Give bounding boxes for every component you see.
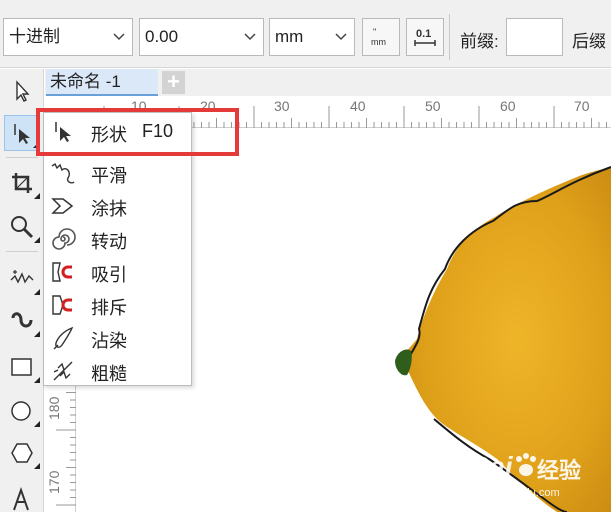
polygon-tool-button[interactable]: [4, 435, 40, 471]
dimension-units-button[interactable]: " mm: [362, 18, 400, 56]
watermark-brand: Bai: [469, 451, 513, 482]
text-tool-button[interactable]: [4, 481, 40, 512]
unit-value: mm: [275, 27, 304, 46]
twirl-icon: [52, 228, 76, 250]
plus-icon: +: [167, 69, 180, 94]
toolbox-divider: [6, 251, 38, 252]
ruler-label: 50: [425, 98, 441, 114]
ellipse-icon: [11, 401, 31, 421]
flyout-indicator: [34, 193, 40, 199]
menu-item-label: 涂抹: [91, 199, 127, 219]
highlight-box: [36, 108, 239, 156]
menu-item-label: 吸引: [91, 265, 127, 285]
watermark-url: jingyan.baidu.com: [471, 487, 560, 499]
ellipse-tool-button[interactable]: [4, 393, 40, 429]
chevron-down-icon: [335, 33, 347, 41]
chevron-down-icon: [113, 33, 125, 41]
add-document-button[interactable]: +: [162, 71, 185, 94]
value-dropdown[interactable]: 0.00: [139, 18, 264, 56]
watermark-name: 经验: [537, 458, 582, 483]
flyout-indicator: [34, 331, 40, 337]
rectangle-tool-button[interactable]: [4, 349, 40, 385]
toolbox-divider: [6, 157, 38, 158]
crop-tool-button[interactable]: [4, 165, 40, 201]
menu-item-label: 粗糙: [91, 364, 127, 384]
menu-item-roughen[interactable]: 粗糙: [44, 354, 191, 387]
paw-icon: [516, 453, 536, 476]
ruler-label: 70: [574, 98, 590, 114]
dimension-precision-button[interactable]: 0.1: [406, 18, 444, 56]
svg-text:": ": [373, 27, 376, 37]
flyout-indicator: [34, 237, 40, 243]
ruler-label: 40: [350, 98, 366, 114]
attract-icon: [52, 262, 72, 282]
pick-arrow-icon: [16, 80, 30, 102]
svg-text:0.1: 0.1: [416, 28, 431, 40]
ruler-label: 170: [46, 470, 62, 494]
freehand-tool-button[interactable]: [4, 261, 40, 297]
freehand-icon: [10, 270, 34, 284]
menu-item-smooth[interactable]: 平滑: [44, 156, 191, 189]
flyout-indicator: [34, 289, 40, 295]
text-icon: [13, 486, 29, 511]
flyout-indicator: [34, 377, 40, 383]
svg-text:mm: mm: [371, 37, 386, 47]
roughen-icon: [53, 361, 73, 381]
menu-item-repel[interactable]: 排斥: [44, 288, 191, 321]
polygon-icon: [11, 443, 33, 463]
ruler-label: 180: [46, 396, 62, 420]
artistic-media-tool-button[interactable]: [4, 303, 40, 339]
repel-icon: [52, 295, 72, 315]
pick-tool-button[interactable]: [4, 73, 40, 109]
dimension-units-icon: " mm: [371, 27, 386, 47]
value-field-value: 0.00: [145, 27, 179, 46]
crop-icon: [12, 173, 32, 193]
menu-item-smear[interactable]: 涂抹: [44, 189, 191, 222]
document-tab-strip: 未命名 -1 +: [45, 69, 611, 96]
prefix-label: 前缀:: [460, 32, 499, 51]
smooth-icon: [51, 162, 75, 184]
menu-item-twirl[interactable]: 转动: [44, 222, 191, 255]
smear-icon: [51, 198, 74, 214]
flyout-indicator: [34, 463, 40, 469]
zoom-tool-button[interactable]: [4, 209, 40, 245]
menu-item-attract[interactable]: 吸引: [44, 255, 191, 288]
baidu-jingyan-watermark: Bai 经验 jingyan.baidu.com: [469, 445, 611, 505]
flyout-indicator: [34, 421, 40, 427]
units-type-value: 十进制: [9, 27, 60, 46]
document-tab[interactable]: 未命名 -1: [46, 69, 158, 96]
ruler-label: 60: [500, 98, 516, 114]
suffix-label: 后缀: [572, 32, 606, 51]
toolbar-divider: [449, 14, 450, 60]
ruler-label: 30: [274, 98, 290, 114]
unit-dropdown[interactable]: mm: [269, 18, 355, 56]
dimension-precision-icon: 0.1: [414, 28, 436, 46]
prefix-input[interactable]: [506, 18, 563, 56]
magnifier-icon: [11, 216, 34, 239]
rectangle-icon: [11, 358, 32, 376]
units-type-dropdown[interactable]: 十进制: [3, 18, 133, 56]
menu-item-smudge[interactable]: 沾染: [44, 321, 191, 354]
menu-item-label: 转动: [91, 232, 127, 252]
menu-item-label: 平滑: [91, 166, 127, 186]
smudge-icon: [53, 326, 74, 350]
menu-item-label: 排斥: [91, 298, 127, 318]
chevron-down-icon: [244, 33, 256, 41]
property-bar: 十进制 0.00 mm " mm 0.1 前缀: 后缀: [0, 0, 611, 68]
shape-tool-button[interactable]: [4, 115, 40, 151]
document-tab-title: 未命名 -1: [50, 72, 121, 91]
artistic-media-icon: [11, 312, 33, 328]
menu-item-label: 沾染: [91, 331, 127, 351]
